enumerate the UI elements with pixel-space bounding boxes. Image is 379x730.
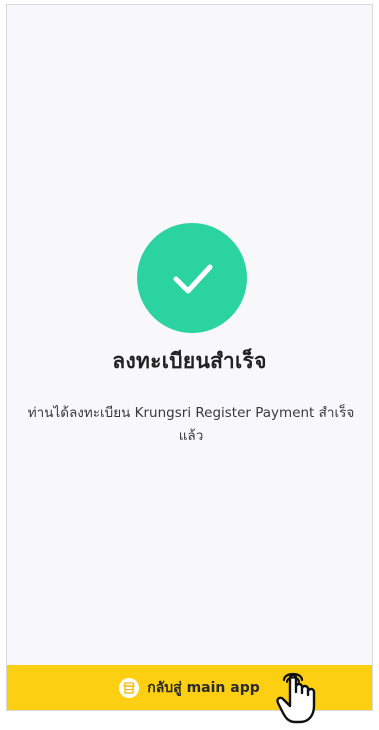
back-to-main-app-label: กลับสู่ main app: [147, 679, 260, 696]
app-screen: ลงทะเบียนสำเร็จ ท่านได้ลงทะเบียน Krungsr…: [6, 4, 373, 711]
store-icon: [119, 677, 140, 698]
hand-pointer-icon: [273, 670, 319, 726]
success-title: ลงทะเบียนสำเร็จ: [112, 349, 267, 373]
success-check-icon: [137, 223, 247, 333]
success-message: ท่านได้ลงทะเบียน Krungsri Register Payme…: [27, 405, 355, 444]
